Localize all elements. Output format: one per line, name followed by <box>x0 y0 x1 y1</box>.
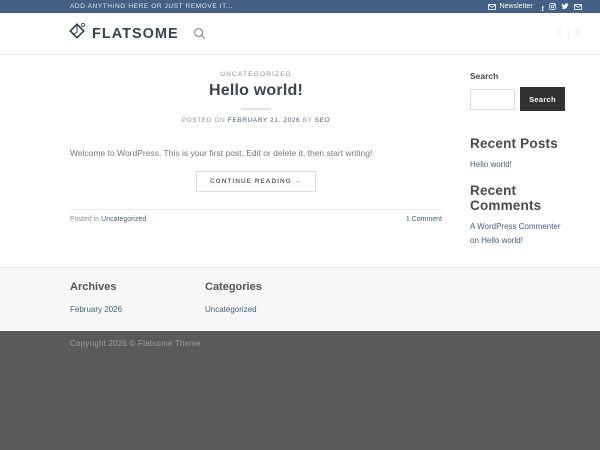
recent-comment-entry: A WordPress Commenter on Hello world! <box>470 220 565 249</box>
recent-post-link[interactable]: Hello world! <box>470 160 565 169</box>
flatsome-diamond-logo-icon <box>68 22 86 45</box>
instagram-icon[interactable] <box>549 3 556 10</box>
copyright-text: Copyright 2026 © Flatsome Theme <box>70 339 600 348</box>
email-icon[interactable] <box>574 4 582 10</box>
title-divider <box>241 108 271 110</box>
post-excerpt: Welcome to WordPress. This is your first… <box>70 147 442 160</box>
twitter-icon[interactable] <box>561 3 569 10</box>
post-category-label: UNCATEGORIZED <box>70 71 442 78</box>
post-category-link[interactable]: UNCATEGORIZED <box>220 71 291 78</box>
posted-in-category-link[interactable]: Uncategorized <box>101 216 146 223</box>
categories-title: Categories <box>205 281 340 293</box>
post-meta: POSTED ON FEBRUARY 21, 2026 BY SEO <box>70 117 442 124</box>
newsletter-label: Newsletter <box>500 3 533 10</box>
archive-month-link[interactable]: February 2026 <box>70 305 122 314</box>
category-link[interactable]: Uncategorized <box>205 305 257 314</box>
site-logo[interactable]: FLATSOME <box>68 22 179 45</box>
recent-comments-title: Recent Comments <box>470 183 565 213</box>
post-author-link[interactable]: SEO <box>315 117 331 124</box>
post-title-link[interactable]: Hello world! <box>209 82 303 99</box>
comment-post-link[interactable]: Hello world! <box>481 236 523 245</box>
search-input[interactable] <box>470 89 515 110</box>
comment-connector: on <box>470 236 481 245</box>
post-title: Hello world! <box>70 82 442 100</box>
post-date-link[interactable]: FEBRUARY 21, 2026 <box>228 117 300 124</box>
search-submit-button[interactable]: Search <box>520 87 565 111</box>
next-arrow-icon[interactable] <box>573 25 582 43</box>
sidebar: Search Search Recent Posts Hello world! … <box>470 71 565 267</box>
prev-arrow-icon[interactable] <box>555 25 564 43</box>
comments-count-link[interactable]: 1 Comment <box>406 216 442 223</box>
archives-title: Archives <box>70 281 205 293</box>
search-widget-label: Search <box>470 71 565 81</box>
logo-text: FLATSOME <box>92 26 179 42</box>
recent-posts-title: Recent Posts <box>470 136 565 151</box>
comment-author-link[interactable]: A WordPress Commenter <box>470 222 561 231</box>
posted-on-label: POSTED ON <box>182 117 226 124</box>
newsletter-link[interactable]: Newsletter <box>488 3 533 10</box>
categories-widget: Categories Uncategorized <box>205 281 340 331</box>
post-footer-meta: Posted in Uncategorized 1 Comment <box>70 209 442 223</box>
posted-in-label: Posted in <box>70 216 99 223</box>
by-label: BY <box>303 117 313 124</box>
main-content-area: UNCATEGORIZED Hello world! POSTED ON FEB… <box>0 55 600 267</box>
continue-reading-button[interactable]: CONTINUE READING → <box>196 171 316 192</box>
topbar-message: ADD ANYTHING HERE OR JUST REMOVE IT... <box>70 3 233 10</box>
search-icon[interactable] <box>193 27 206 40</box>
absolute-footer: Copyright 2026 © Flatsome Theme <box>0 331 600 450</box>
site-header: FLATSOME <box>0 13 600 55</box>
newsletter-envelope-icon <box>488 4 496 10</box>
footer-widgets: Archives February 2026 Categories Uncate… <box>0 267 600 331</box>
archives-widget: Archives February 2026 <box>70 281 205 331</box>
blog-post: UNCATEGORIZED Hello world! POSTED ON FEB… <box>70 71 442 267</box>
top-bar: ADD ANYTHING HERE OR JUST REMOVE IT... N… <box>0 0 600 13</box>
nav-divider <box>568 28 569 40</box>
